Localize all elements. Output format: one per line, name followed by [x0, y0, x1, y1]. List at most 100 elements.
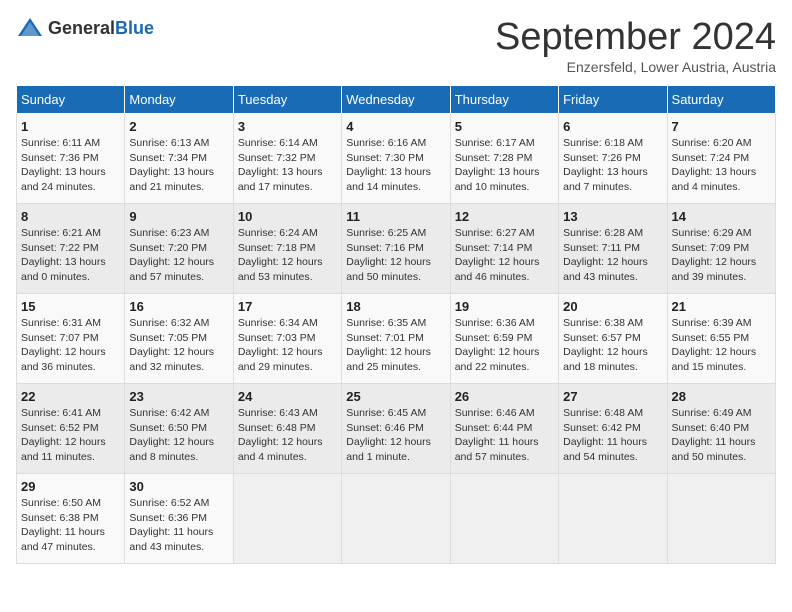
- calendar-cell: 19 Sunrise: 6:36 AMSunset: 6:59 PMDayligh…: [450, 294, 558, 384]
- day-number: 24: [238, 389, 337, 404]
- logo-icon: [16, 16, 44, 40]
- calendar-cell: 21 Sunrise: 6:39 AMSunset: 6:55 PMDayligh…: [667, 294, 775, 384]
- calendar-cell: 2 Sunrise: 6:13 AMSunset: 7:34 PMDaylight…: [125, 114, 233, 204]
- day-number: 11: [346, 209, 445, 224]
- calendar-cell: 4Sunrise: 6:16 AMSunset: 7:30 PMDaylight…: [342, 114, 450, 204]
- header-friday: Friday: [559, 86, 667, 114]
- day-number: 10: [238, 209, 337, 224]
- week-row-5: 29 Sunrise: 6:50 AMSunset: 6:38 PMDayligh…: [17, 474, 776, 564]
- day-number: 22: [21, 389, 120, 404]
- week-row-4: 22 Sunrise: 6:41 AMSunset: 6:52 PMDayligh…: [17, 384, 776, 474]
- day-info: Sunrise: 6:27 AMSunset: 7:14 PMDaylight:…: [455, 226, 554, 285]
- week-row-3: 15 Sunrise: 6:31 AMSunset: 7:07 PMDayligh…: [17, 294, 776, 384]
- day-info: Sunrise: 6:13 AMSunset: 7:34 PMDaylight:…: [129, 136, 228, 195]
- day-number: 13: [563, 209, 662, 224]
- day-info: Sunrise: 6:17 AMSunset: 7:28 PMDaylight:…: [455, 136, 554, 195]
- day-number: 5: [455, 119, 554, 134]
- calendar-table: Sunday Monday Tuesday Wednesday Thursday…: [16, 85, 776, 564]
- day-number: 19: [455, 299, 554, 314]
- calendar-cell: [233, 474, 341, 564]
- day-number: 1: [21, 119, 120, 134]
- day-info: Sunrise: 6:52 AMSunset: 6:36 PMDaylight:…: [129, 496, 228, 555]
- day-info: Sunrise: 6:38 AMSunset: 6:57 PMDaylight:…: [563, 316, 662, 375]
- calendar-cell: 11 Sunrise: 6:25 AMSunset: 7:16 PMDayligh…: [342, 204, 450, 294]
- day-info: Sunrise: 6:25 AMSunset: 7:16 PMDaylight:…: [346, 226, 445, 285]
- header-tuesday: Tuesday: [233, 86, 341, 114]
- day-number: 23: [129, 389, 228, 404]
- day-number: 25: [346, 389, 445, 404]
- day-info: Sunrise: 6:21 AMSunset: 7:22 PMDaylight:…: [21, 226, 120, 285]
- day-number: 7: [672, 119, 771, 134]
- day-number: 2: [129, 119, 228, 134]
- calendar-cell: [450, 474, 558, 564]
- day-info: Sunrise: 6:45 AMSunset: 6:46 PMDaylight:…: [346, 406, 445, 465]
- calendar-cell: 12 Sunrise: 6:27 AMSunset: 7:14 PMDayligh…: [450, 204, 558, 294]
- day-number: 3: [238, 119, 337, 134]
- calendar-cell: 18 Sunrise: 6:35 AMSunset: 7:01 PMDayligh…: [342, 294, 450, 384]
- week-row-2: 8 Sunrise: 6:21 AMSunset: 7:22 PMDaylight…: [17, 204, 776, 294]
- calendar-cell: 14Sunrise: 6:29 AMSunset: 7:09 PMDayligh…: [667, 204, 775, 294]
- header: GeneralBlue September 2024 Enzersfeld, L…: [16, 16, 776, 75]
- week-row-1: 1 Sunrise: 6:11 AMSunset: 7:36 PMDaylight…: [17, 114, 776, 204]
- day-number: 16: [129, 299, 228, 314]
- day-number: 29: [21, 479, 120, 494]
- calendar-cell: [342, 474, 450, 564]
- day-info: Sunrise: 6:36 AMSunset: 6:59 PMDaylight:…: [455, 316, 554, 375]
- calendar-cell: 15 Sunrise: 6:31 AMSunset: 7:07 PMDayligh…: [17, 294, 125, 384]
- calendar-cell: 1 Sunrise: 6:11 AMSunset: 7:36 PMDaylight…: [17, 114, 125, 204]
- calendar-cell: 20 Sunrise: 6:38 AMSunset: 6:57 PMDayligh…: [559, 294, 667, 384]
- day-number: 8: [21, 209, 120, 224]
- calendar-cell: 23Sunrise: 6:42 AMSunset: 6:50 PMDayligh…: [125, 384, 233, 474]
- calendar-cell: 25 Sunrise: 6:45 AMSunset: 6:46 PMDayligh…: [342, 384, 450, 474]
- calendar-cell: 10 Sunrise: 6:24 AMSunset: 7:18 PMDayligh…: [233, 204, 341, 294]
- day-number: 20: [563, 299, 662, 314]
- header-sunday: Sunday: [17, 86, 125, 114]
- day-number: 18: [346, 299, 445, 314]
- day-info: Sunrise: 6:31 AMSunset: 7:07 PMDaylight:…: [21, 316, 120, 375]
- calendar-cell: 16 Sunrise: 6:32 AMSunset: 7:05 PMDayligh…: [125, 294, 233, 384]
- day-number: 30: [129, 479, 228, 494]
- calendar-cell: 22 Sunrise: 6:41 AMSunset: 6:52 PMDayligh…: [17, 384, 125, 474]
- day-info: Sunrise: 6:43 AMSunset: 6:48 PMDaylight:…: [238, 406, 337, 465]
- day-number: 9: [129, 209, 228, 224]
- title-area: September 2024 Enzersfeld, Lower Austria…: [495, 16, 776, 75]
- day-info: Sunrise: 6:28 AMSunset: 7:11 PMDaylight:…: [563, 226, 662, 285]
- day-info: Sunrise: 6:32 AMSunset: 7:05 PMDaylight:…: [129, 316, 228, 375]
- day-info: Sunrise: 6:49 AMSunset: 6:40 PMDaylight:…: [672, 406, 771, 465]
- day-info: Sunrise: 6:35 AMSunset: 7:01 PMDaylight:…: [346, 316, 445, 375]
- day-number: 26: [455, 389, 554, 404]
- day-info: Sunrise: 6:20 AMSunset: 7:24 PMDaylight:…: [672, 136, 771, 195]
- day-info: Sunrise: 6:24 AMSunset: 7:18 PMDaylight:…: [238, 226, 337, 285]
- header-monday: Monday: [125, 86, 233, 114]
- days-header-row: Sunday Monday Tuesday Wednesday Thursday…: [17, 86, 776, 114]
- calendar-cell: 26Sunrise: 6:46 AMSunset: 6:44 PMDayligh…: [450, 384, 558, 474]
- calendar-cell: 3 Sunrise: 6:14 AMSunset: 7:32 PMDaylight…: [233, 114, 341, 204]
- day-info: Sunrise: 6:14 AMSunset: 7:32 PMDaylight:…: [238, 136, 337, 195]
- day-info: Sunrise: 6:29 AMSunset: 7:09 PMDaylight:…: [672, 226, 771, 285]
- logo-general-text: General: [48, 18, 115, 38]
- header-wednesday: Wednesday: [342, 86, 450, 114]
- logo: GeneralBlue: [16, 16, 154, 40]
- day-info: Sunrise: 6:50 AMSunset: 6:38 PMDaylight:…: [21, 496, 120, 555]
- calendar-cell: 8 Sunrise: 6:21 AMSunset: 7:22 PMDaylight…: [17, 204, 125, 294]
- day-info: Sunrise: 6:11 AMSunset: 7:36 PMDaylight:…: [21, 136, 120, 195]
- day-info: Sunrise: 6:41 AMSunset: 6:52 PMDaylight:…: [21, 406, 120, 465]
- calendar-cell: 30 Sunrise: 6:52 AMSunset: 6:36 PMDayligh…: [125, 474, 233, 564]
- day-number: 15: [21, 299, 120, 314]
- calendar-cell: 7 Sunrise: 6:20 AMSunset: 7:24 PMDaylight…: [667, 114, 775, 204]
- day-number: 21: [672, 299, 771, 314]
- header-thursday: Thursday: [450, 86, 558, 114]
- calendar-cell: [667, 474, 775, 564]
- logo-blue-text: Blue: [115, 18, 154, 38]
- calendar-cell: 5 Sunrise: 6:17 AMSunset: 7:28 PMDaylight…: [450, 114, 558, 204]
- day-info: Sunrise: 6:23 AMSunset: 7:20 PMDaylight:…: [129, 226, 228, 285]
- header-saturday: Saturday: [667, 86, 775, 114]
- day-number: 6: [563, 119, 662, 134]
- day-info: Sunrise: 6:16 AMSunset: 7:30 PMDaylight:…: [346, 136, 445, 195]
- calendar-cell: 9 Sunrise: 6:23 AMSunset: 7:20 PMDaylight…: [125, 204, 233, 294]
- day-info: Sunrise: 6:39 AMSunset: 6:55 PMDaylight:…: [672, 316, 771, 375]
- calendar-cell: 6Sunrise: 6:18 AMSunset: 7:26 PMDaylight…: [559, 114, 667, 204]
- calendar-title: September 2024: [495, 16, 776, 59]
- day-number: 12: [455, 209, 554, 224]
- day-number: 27: [563, 389, 662, 404]
